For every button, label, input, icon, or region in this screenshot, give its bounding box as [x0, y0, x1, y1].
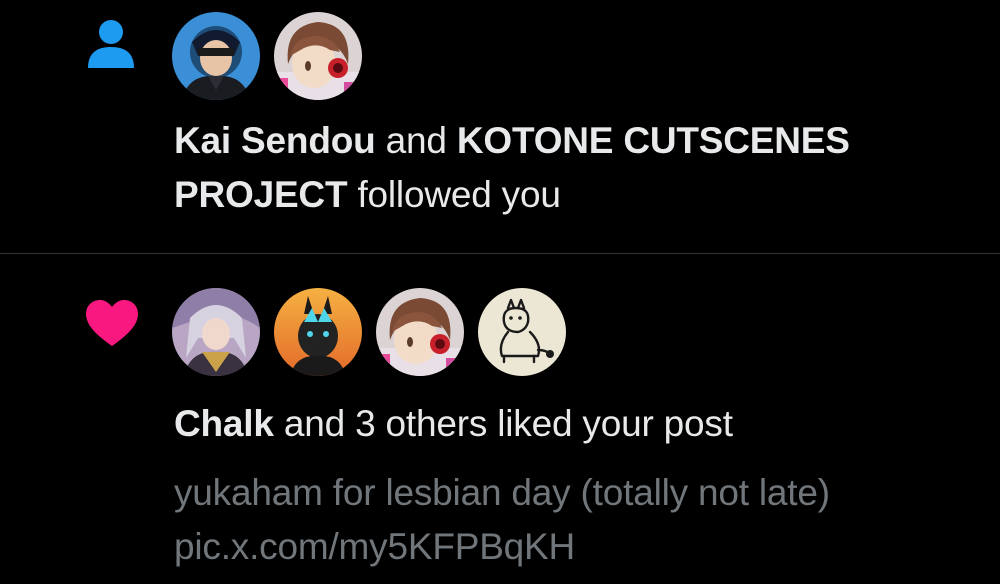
- follow-message: Kai Sendou and KOTONE CUTSCENES PROJECT …: [174, 114, 974, 222]
- post-preview[interactable]: yukaham for lesbian day (totally not lat…: [174, 466, 984, 574]
- avatar-chalk[interactable]: [172, 288, 260, 376]
- notification-like[interactable]: Chalk and 3 others liked your post yukah…: [0, 254, 1000, 584]
- person-icon: [88, 20, 134, 68]
- user-name-link[interactable]: Chalk: [174, 403, 274, 444]
- like-message: Chalk and 3 others liked your post: [174, 397, 974, 451]
- avatar-liker-4[interactable]: [478, 288, 566, 376]
- avatar-kai-sendou[interactable]: [172, 12, 260, 100]
- heart-icon: [86, 300, 138, 346]
- action-text: followed you: [357, 174, 561, 215]
- avatar-liker-2[interactable]: [274, 288, 362, 376]
- post-link[interactable]: pic.x.com/my5KFPBqKH: [174, 520, 984, 574]
- connector-text: and: [385, 120, 447, 161]
- notification-follow[interactable]: Kai Sendou and KOTONE CUTSCENES PROJECT …: [0, 0, 1000, 253]
- avatar-liker-3[interactable]: [376, 288, 464, 376]
- follower-avatars: [172, 12, 362, 100]
- user-name-link[interactable]: Kai Sendou: [174, 120, 376, 161]
- avatar-kotone-cutscenes-project[interactable]: [274, 12, 362, 100]
- post-text: yukaham for lesbian day (totally not lat…: [174, 472, 830, 513]
- action-text: and 3 others liked your post: [283, 403, 733, 444]
- liker-avatars: [172, 288, 566, 376]
